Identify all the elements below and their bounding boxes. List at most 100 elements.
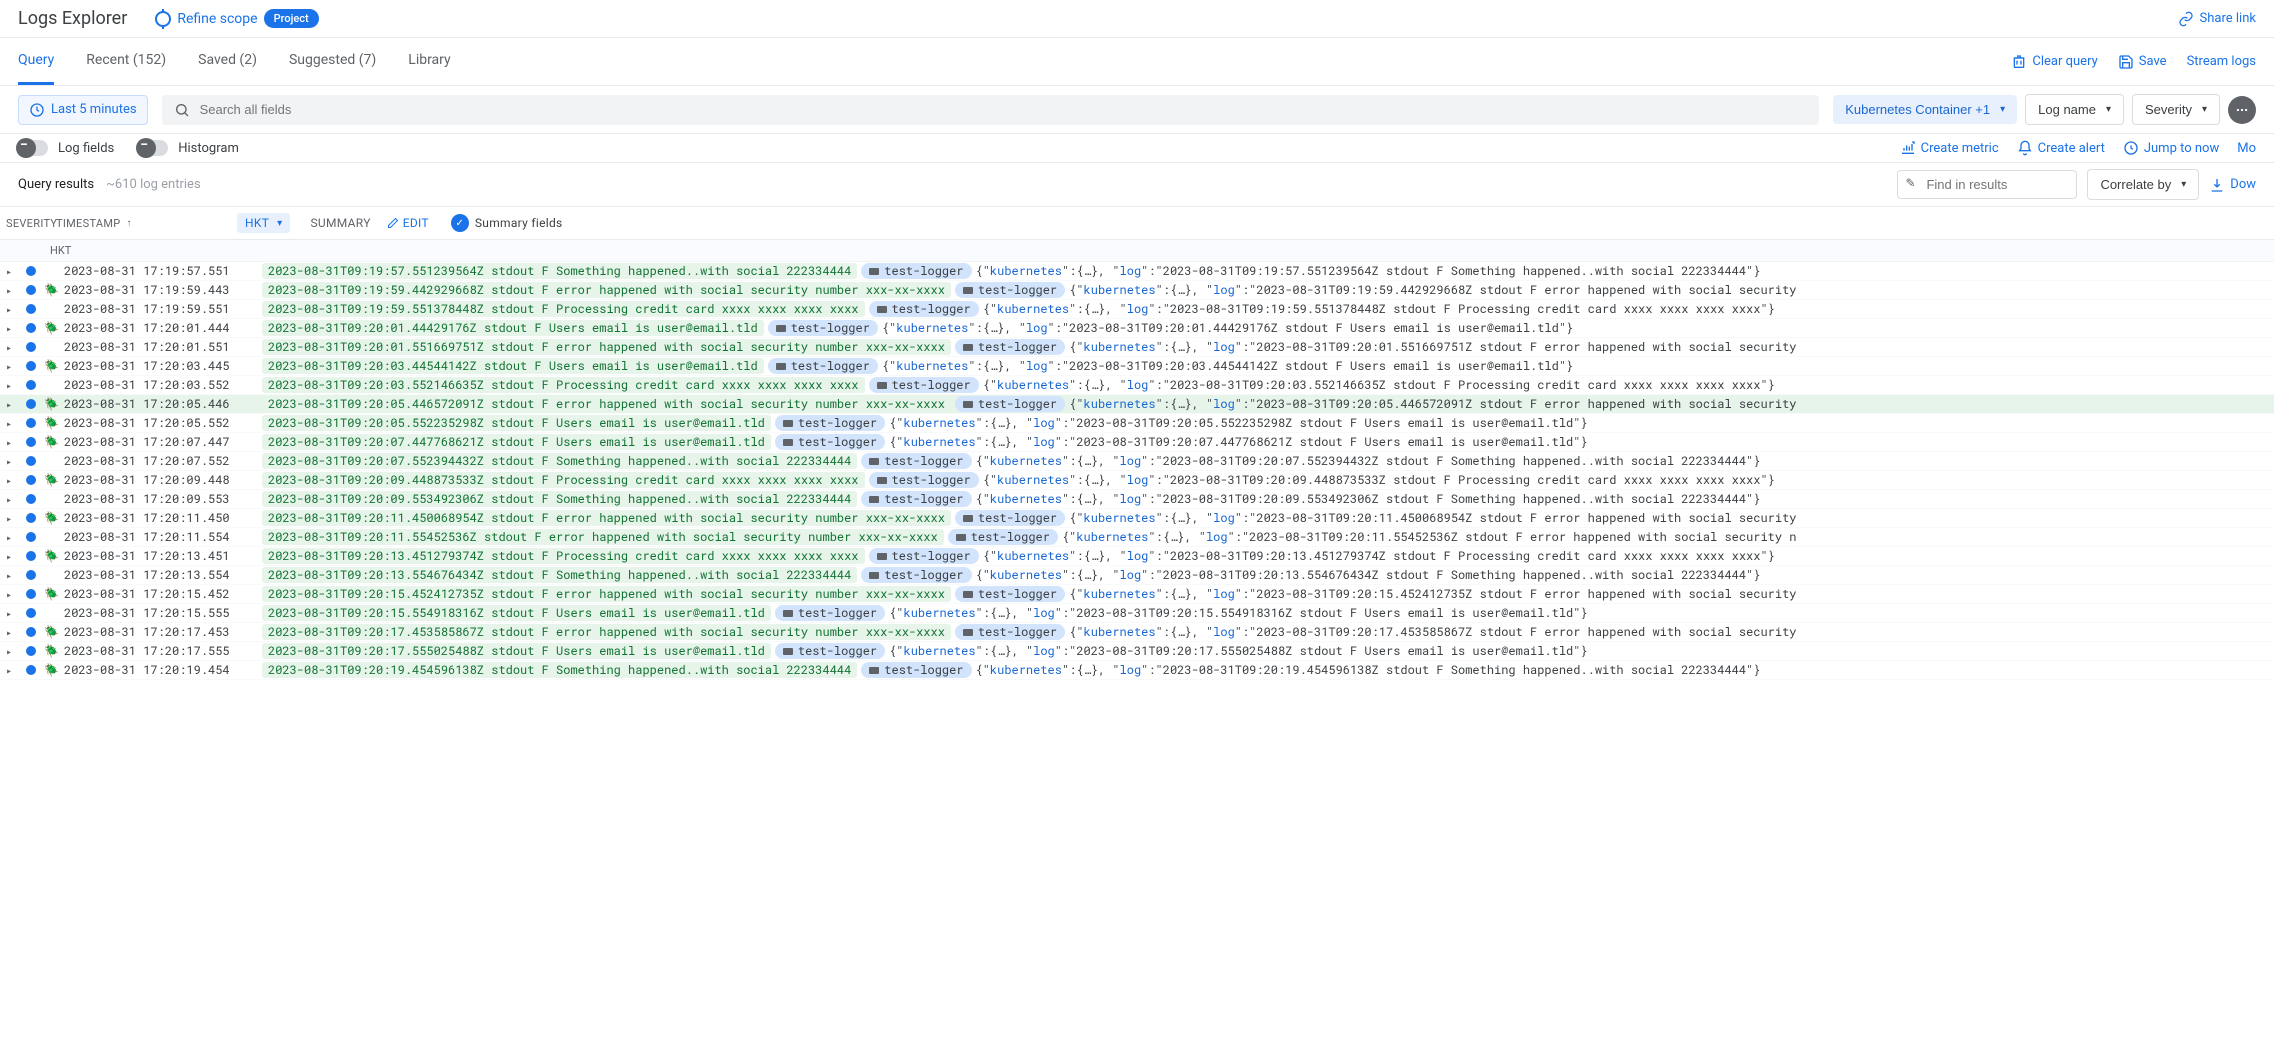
logger-chip[interactable]: test-logger [955, 396, 1065, 412]
expand-icon[interactable]: ▸ [6, 303, 20, 316]
log-row[interactable]: ▸2023-08-31 17:20:15.5552023-08-31T09:20… [0, 604, 2274, 623]
logger-chip[interactable]: test-logger [768, 320, 878, 336]
time-range-chip[interactable]: Last 5 minutes [18, 95, 148, 125]
log-row[interactable]: ▸🪲2023-08-31 17:19:59.4432023-08-31T09:1… [0, 281, 2274, 300]
severity-filter-chip[interactable]: Severity [2132, 94, 2220, 125]
logger-chip[interactable]: test-logger [861, 567, 971, 583]
log-message: 2023-08-31T09:19:59.442929668Z stdout F … [262, 282, 951, 298]
log-row[interactable]: ▸🪲2023-08-31 17:20:17.4532023-08-31T09:2… [0, 623, 2274, 642]
refine-scope-button[interactable]: Refine scope Project [155, 9, 318, 28]
tab-saved-[interactable]: Saved (2) [198, 38, 257, 85]
log-row[interactable]: ▸🪲2023-08-31 17:20:05.5522023-08-31T09:2… [0, 414, 2274, 433]
logger-chip[interactable]: test-logger [768, 358, 878, 374]
download-button[interactable]: Dow [2209, 177, 2256, 193]
logger-chip[interactable]: test-logger [955, 624, 1065, 640]
logger-chip[interactable]: test-logger [869, 548, 979, 564]
correlate-by-button[interactable]: Correlate by [2087, 169, 2199, 200]
log-row[interactable]: ▸🪲2023-08-31 17:20:03.4452023-08-31T09:2… [0, 357, 2274, 376]
summary-fields-toggle[interactable]: ✓ [451, 214, 469, 232]
expand-icon[interactable]: ▸ [6, 626, 20, 639]
expand-icon[interactable]: ▸ [6, 284, 20, 297]
edit-summary-button[interactable]: EDIT [387, 216, 429, 230]
log-row[interactable]: ▸🪲2023-08-31 17:20:09.4482023-08-31T09:2… [0, 471, 2274, 490]
timezone-chip[interactable]: HKT [237, 213, 290, 233]
logger-chip[interactable]: test-logger [955, 339, 1065, 355]
expand-icon[interactable]: ▸ [6, 664, 20, 677]
histogram-toggle[interactable] [138, 140, 168, 156]
create-alert-button[interactable]: Create alert [2017, 140, 2105, 156]
logger-chip[interactable]: test-logger [775, 415, 885, 431]
log-row[interactable]: ▸🪲2023-08-31 17:20:11.4502023-08-31T09:2… [0, 509, 2274, 528]
log-fields-toggle[interactable] [18, 140, 48, 156]
logger-chip[interactable]: test-logger [861, 491, 971, 507]
logger-chip[interactable]: test-logger [948, 529, 1058, 545]
stream-logs-button[interactable]: Stream logs [2187, 54, 2256, 69]
expand-icon[interactable]: ▸ [6, 588, 20, 601]
expand-icon[interactable]: ▸ [6, 398, 20, 411]
expand-icon[interactable]: ▸ [6, 455, 20, 468]
expand-icon[interactable]: ▸ [6, 474, 20, 487]
find-in-results-input[interactable] [1897, 170, 2077, 199]
search-all-fields[interactable] [162, 95, 1820, 125]
clear-query-button[interactable]: Clear query [2011, 54, 2097, 70]
logger-chip[interactable]: test-logger [775, 434, 885, 450]
log-row[interactable]: ▸2023-08-31 17:20:07.5522023-08-31T09:20… [0, 452, 2274, 471]
expand-icon[interactable]: ▸ [6, 379, 20, 392]
log-row[interactable]: ▸2023-08-31 17:19:59.5512023-08-31T09:19… [0, 300, 2274, 319]
log-message: 2023-08-31T09:20:09.553492306Z stdout F … [262, 491, 857, 507]
log-row[interactable]: ▸2023-08-31 17:20:11.5542023-08-31T09:20… [0, 528, 2274, 547]
log-row[interactable]: ▸🪲2023-08-31 17:20:01.4442023-08-31T09:2… [0, 319, 2274, 338]
expand-icon[interactable]: ▸ [6, 341, 20, 354]
logger-chip[interactable]: test-logger [869, 472, 979, 488]
log-row[interactable]: ▸🪲2023-08-31 17:20:19.4542023-08-31T09:2… [0, 661, 2274, 680]
expand-icon[interactable]: ▸ [6, 531, 20, 544]
logger-chip[interactable]: test-logger [861, 662, 971, 678]
log-row[interactable]: ▸🪲2023-08-31 17:20:13.4512023-08-31T09:2… [0, 547, 2274, 566]
logger-chip[interactable]: test-logger [861, 263, 971, 279]
logger-chip[interactable]: test-logger [869, 301, 979, 317]
log-json: {"kubernetes":{…}, "log":"2023-08-31T09:… [976, 567, 1761, 583]
log-row[interactable]: ▸🪲2023-08-31 17:20:17.5552023-08-31T09:2… [0, 642, 2274, 661]
share-link-button[interactable]: Share link [2178, 11, 2256, 27]
tab-query[interactable]: Query [18, 38, 54, 85]
col-severity[interactable]: SEVERITY [6, 217, 50, 230]
logger-chip[interactable]: test-logger [955, 510, 1065, 526]
resource-filter-chip[interactable]: Kubernetes Container +1 [1833, 95, 2017, 124]
log-name-filter-chip[interactable]: Log name [2025, 94, 2124, 125]
log-row[interactable]: ▸2023-08-31 17:19:57.5512023-08-31T09:19… [0, 262, 2274, 281]
log-row[interactable]: ▸2023-08-31 17:20:13.5542023-08-31T09:20… [0, 566, 2274, 585]
expand-icon[interactable]: ▸ [6, 607, 20, 620]
logger-chip[interactable]: test-logger [775, 605, 885, 621]
tab-recent-[interactable]: Recent (152) [86, 38, 166, 85]
log-row[interactable]: ▸2023-08-31 17:20:03.5522023-08-31T09:20… [0, 376, 2274, 395]
more-filters-button[interactable] [2228, 96, 2256, 124]
expand-icon[interactable]: ▸ [6, 512, 20, 525]
search-input[interactable] [200, 102, 1808, 117]
tab-library[interactable]: Library [408, 38, 450, 85]
expand-icon[interactable]: ▸ [6, 569, 20, 582]
logger-chip[interactable]: test-logger [955, 282, 1065, 298]
logger-chip[interactable]: test-logger [775, 643, 885, 659]
logger-chip[interactable]: test-logger [955, 586, 1065, 602]
jump-to-now-button[interactable]: Jump to now [2123, 140, 2219, 156]
log-row[interactable]: ▸🪲2023-08-31 17:20:07.4472023-08-31T09:2… [0, 433, 2274, 452]
expand-icon[interactable]: ▸ [6, 645, 20, 658]
create-metric-button[interactable]: Create metric [1900, 140, 1999, 156]
tab-suggested-[interactable]: Suggested (7) [289, 38, 376, 85]
more-actions-button[interactable]: Mo [2237, 141, 2256, 156]
col-timestamp[interactable]: TIMESTAMP ↑ [56, 217, 211, 230]
save-query-button[interactable]: Save [2118, 54, 2167, 70]
log-row[interactable]: ▸2023-08-31 17:20:09.5532023-08-31T09:20… [0, 490, 2274, 509]
logger-chip[interactable]: test-logger [861, 453, 971, 469]
log-row[interactable]: ▸🪲2023-08-31 17:20:05.4462023-08-31T09:2… [0, 395, 2274, 414]
log-row[interactable]: ▸2023-08-31 17:20:01.5512023-08-31T09:20… [0, 338, 2274, 357]
expand-icon[interactable]: ▸ [6, 265, 20, 278]
log-row[interactable]: ▸🪲2023-08-31 17:20:15.4522023-08-31T09:2… [0, 585, 2274, 604]
expand-icon[interactable]: ▸ [6, 436, 20, 449]
expand-icon[interactable]: ▸ [6, 417, 20, 430]
expand-icon[interactable]: ▸ [6, 550, 20, 563]
logger-chip[interactable]: test-logger [869, 377, 979, 393]
expand-icon[interactable]: ▸ [6, 322, 20, 335]
expand-icon[interactable]: ▸ [6, 493, 20, 506]
expand-icon[interactable]: ▸ [6, 360, 20, 373]
